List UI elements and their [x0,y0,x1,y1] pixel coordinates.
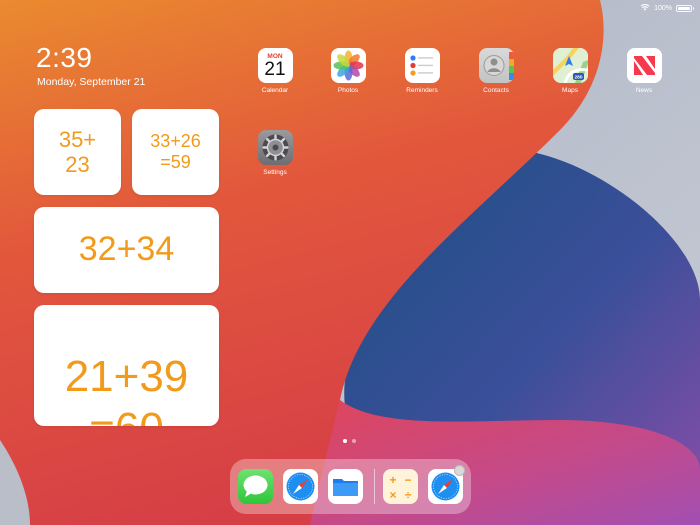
battery-percent: 100% [654,4,672,12]
calc-divide: ÷ [405,488,412,502]
widget-text: 32+34 [78,230,175,269]
widget-small-2[interactable]: 33+26 =59 [132,109,219,195]
app-label: Photos [337,87,359,94]
app-label: Maps [562,87,578,94]
photos-icon [330,48,366,83]
app-label: News [635,87,653,94]
folder-icon [333,479,358,496]
page-dot-2[interactable] [352,439,356,443]
widget-text: 35+ 23 [58,126,97,177]
app-label: Contacts [483,87,509,94]
calc-plus: + [389,473,396,487]
app-label: Reminders [406,87,438,94]
clock-date: Monday, September 21 [37,76,146,88]
widget-small-1[interactable]: 35+ 23 [34,109,121,195]
app-reminders[interactable]: Reminders [392,48,452,94]
contacts-icon [478,48,514,83]
widget-text: 21+39 =60 [64,352,189,426]
dock: + − × ÷ [230,459,471,514]
app-settings[interactable]: Settings [245,130,305,176]
dock-calculator[interactable]: + − × ÷ [383,469,418,504]
app-maps[interactable]: 280 Maps [540,48,600,94]
calendar-day: 21 [264,59,286,80]
wifi-icon [640,3,650,13]
handoff-badge [454,465,465,476]
widget-large[interactable]: 21+39 =60 [34,305,219,426]
compass-icon [286,472,315,501]
widget-text: 33+26 =59 [150,131,201,172]
maps-badge-text: 280 [574,74,582,80]
messages-icon [243,475,268,497]
app-contacts[interactable]: Contacts [466,48,526,94]
dock-divider [374,469,375,504]
calc-minus: − [404,473,411,487]
app-label: Settings [263,169,287,176]
page-dot-1[interactable] [343,439,347,443]
dock-messages[interactable] [238,469,273,504]
widget-medium[interactable]: 32+34 [34,207,219,293]
dock-files[interactable] [328,469,363,504]
app-calendar[interactable]: MON 21 Calendar [245,48,305,94]
app-photos[interactable]: Photos [318,48,378,94]
news-icon [626,48,662,83]
calculator-icon: + − × ÷ [389,473,412,502]
clock-time: 2:39 [36,42,93,73]
calendar-icon: MON 21 [257,48,293,83]
maps-icon: 280 [552,48,588,83]
page-indicator[interactable] [343,439,356,443]
dock-safari[interactable] [283,469,318,504]
status-bar: 100% [640,3,694,13]
app-label: Calendar [261,87,289,94]
reminders-icon [404,48,440,83]
app-news[interactable]: News [614,48,674,94]
battery-icon [676,4,694,12]
calc-times: × [389,488,396,502]
gear-icon [257,130,293,165]
battery-fill [678,6,690,10]
